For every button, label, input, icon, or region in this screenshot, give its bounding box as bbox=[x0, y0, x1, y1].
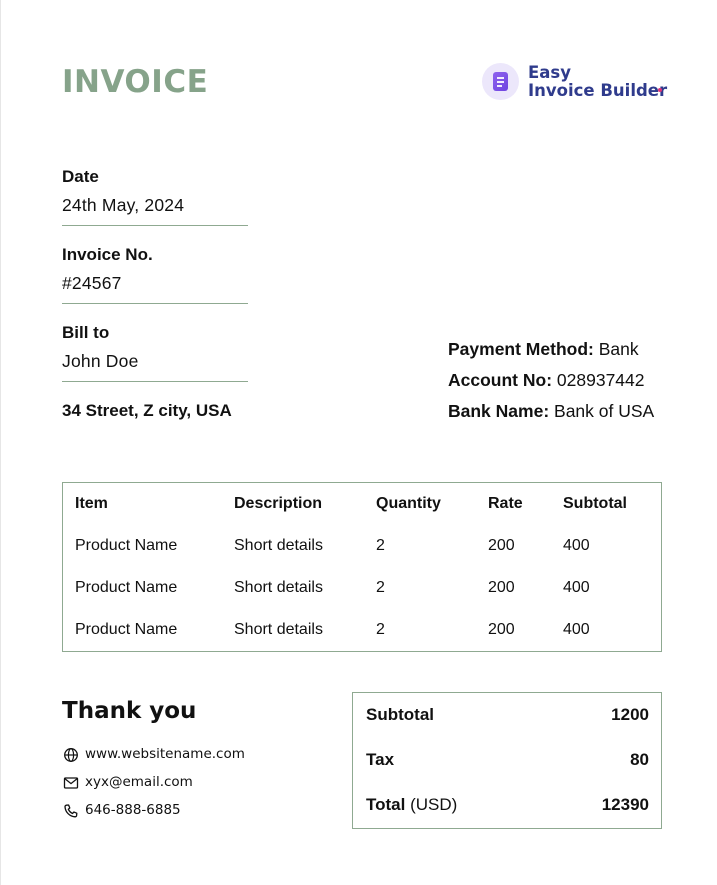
date-divider bbox=[62, 225, 248, 226]
cell-description: Short details bbox=[234, 621, 323, 638]
account-number: Account No: 028937442 bbox=[448, 370, 645, 391]
table-header-row: Item Description Quantity Rate Subtotal bbox=[63, 495, 661, 517]
invoice-title: INVOICE bbox=[62, 64, 209, 100]
header-subtotal: Subtotal bbox=[563, 495, 627, 512]
invoice-document-icon bbox=[482, 63, 519, 100]
cell-rate: 200 bbox=[488, 537, 515, 554]
bank-name-value: Bank of USA bbox=[554, 401, 655, 421]
thank-you-heading: Thank you bbox=[62, 698, 197, 724]
brand-name-line1: Easy bbox=[528, 63, 571, 82]
phone-text: 646-888-6885 bbox=[85, 802, 181, 818]
table-row: Product Name Short details 2 200 400 bbox=[63, 537, 661, 559]
cell-subtotal: 400 bbox=[563, 579, 590, 596]
subtotal-value: 1200 bbox=[611, 705, 649, 724]
billing-address: 34 Street, Z city, USA bbox=[62, 401, 232, 420]
cell-subtotal: 400 bbox=[563, 621, 590, 638]
cell-quantity: 2 bbox=[376, 621, 385, 638]
total-value: 12390 bbox=[601, 795, 649, 814]
total-row: Total (USD) 12390 bbox=[366, 795, 649, 817]
invoice-page: INVOICE Easy Invoice Builder Date 24th M… bbox=[0, 0, 717, 885]
cell-quantity: 2 bbox=[376, 579, 385, 596]
email-text: xyx@email.com bbox=[85, 774, 193, 790]
brand-name-line2: Invoice Builder bbox=[528, 81, 668, 100]
invoice-no-label: Invoice No. bbox=[62, 245, 153, 264]
payment-method: Payment Method: Bank bbox=[448, 339, 639, 360]
total-label-group: Total (USD) bbox=[366, 795, 457, 815]
website-text: www.websitename.com bbox=[85, 746, 245, 762]
table-row: Product Name Short details 2 200 400 bbox=[63, 579, 661, 601]
payment-method-value: Bank bbox=[598, 339, 639, 359]
brand-name: Easy Invoice Builder bbox=[528, 64, 667, 100]
date-value: 24th May, 2024 bbox=[62, 195, 185, 215]
bill-to-divider bbox=[62, 381, 248, 382]
bank-name: Bank Name: Bank of USA bbox=[448, 401, 654, 422]
bill-to-field: Bill to John Doe bbox=[62, 323, 248, 382]
cell-rate: 200 bbox=[488, 579, 515, 596]
cell-rate: 200 bbox=[488, 621, 515, 638]
date-label: Date bbox=[62, 167, 99, 186]
invoice-no-value: #24567 bbox=[62, 273, 122, 293]
tax-label: Tax bbox=[366, 750, 395, 769]
cell-quantity: 2 bbox=[376, 537, 385, 554]
bill-to-value: John Doe bbox=[62, 351, 139, 371]
header-quantity: Quantity bbox=[376, 495, 441, 512]
account-number-value: 028937442 bbox=[556, 370, 645, 390]
tax-row: Tax 80 bbox=[366, 750, 649, 772]
brand-dot bbox=[658, 88, 662, 92]
items-table: Item Description Quantity Rate Subtotal … bbox=[62, 482, 662, 652]
invoice-no-divider bbox=[62, 303, 248, 304]
header-description: Description bbox=[234, 495, 323, 512]
subtotal-label: Subtotal bbox=[366, 705, 434, 724]
date-field: Date 24th May, 2024 bbox=[62, 167, 248, 226]
cell-description: Short details bbox=[234, 537, 323, 554]
payment-method-label: Payment Method: bbox=[448, 339, 594, 359]
account-number-label: Account No: bbox=[448, 370, 553, 390]
header-rate: Rate bbox=[488, 495, 523, 512]
bank-name-label: Bank Name: bbox=[448, 401, 550, 421]
cell-subtotal: 400 bbox=[563, 537, 590, 554]
globe-icon bbox=[64, 748, 78, 762]
phone-icon bbox=[64, 804, 78, 818]
mail-icon bbox=[63, 777, 79, 789]
cell-item: Product Name bbox=[75, 579, 178, 596]
bill-to-label: Bill to bbox=[62, 323, 110, 342]
total-currency: (USD) bbox=[410, 795, 458, 814]
header-item: Item bbox=[75, 495, 108, 512]
tax-value: 80 bbox=[630, 750, 649, 769]
cell-description: Short details bbox=[234, 579, 323, 596]
brand-logo: Easy Invoice Builder bbox=[482, 63, 672, 101]
table-row: Product Name Short details 2 200 400 bbox=[63, 621, 661, 643]
subtotal-row: Subtotal 1200 bbox=[366, 705, 649, 727]
totals-box: Subtotal 1200 Tax 80 Total (USD) 12390 bbox=[352, 692, 662, 829]
total-label: Total bbox=[366, 795, 406, 814]
invoice-no-field: Invoice No. #24567 bbox=[62, 245, 248, 304]
cell-item: Product Name bbox=[75, 621, 178, 638]
cell-item: Product Name bbox=[75, 537, 178, 554]
